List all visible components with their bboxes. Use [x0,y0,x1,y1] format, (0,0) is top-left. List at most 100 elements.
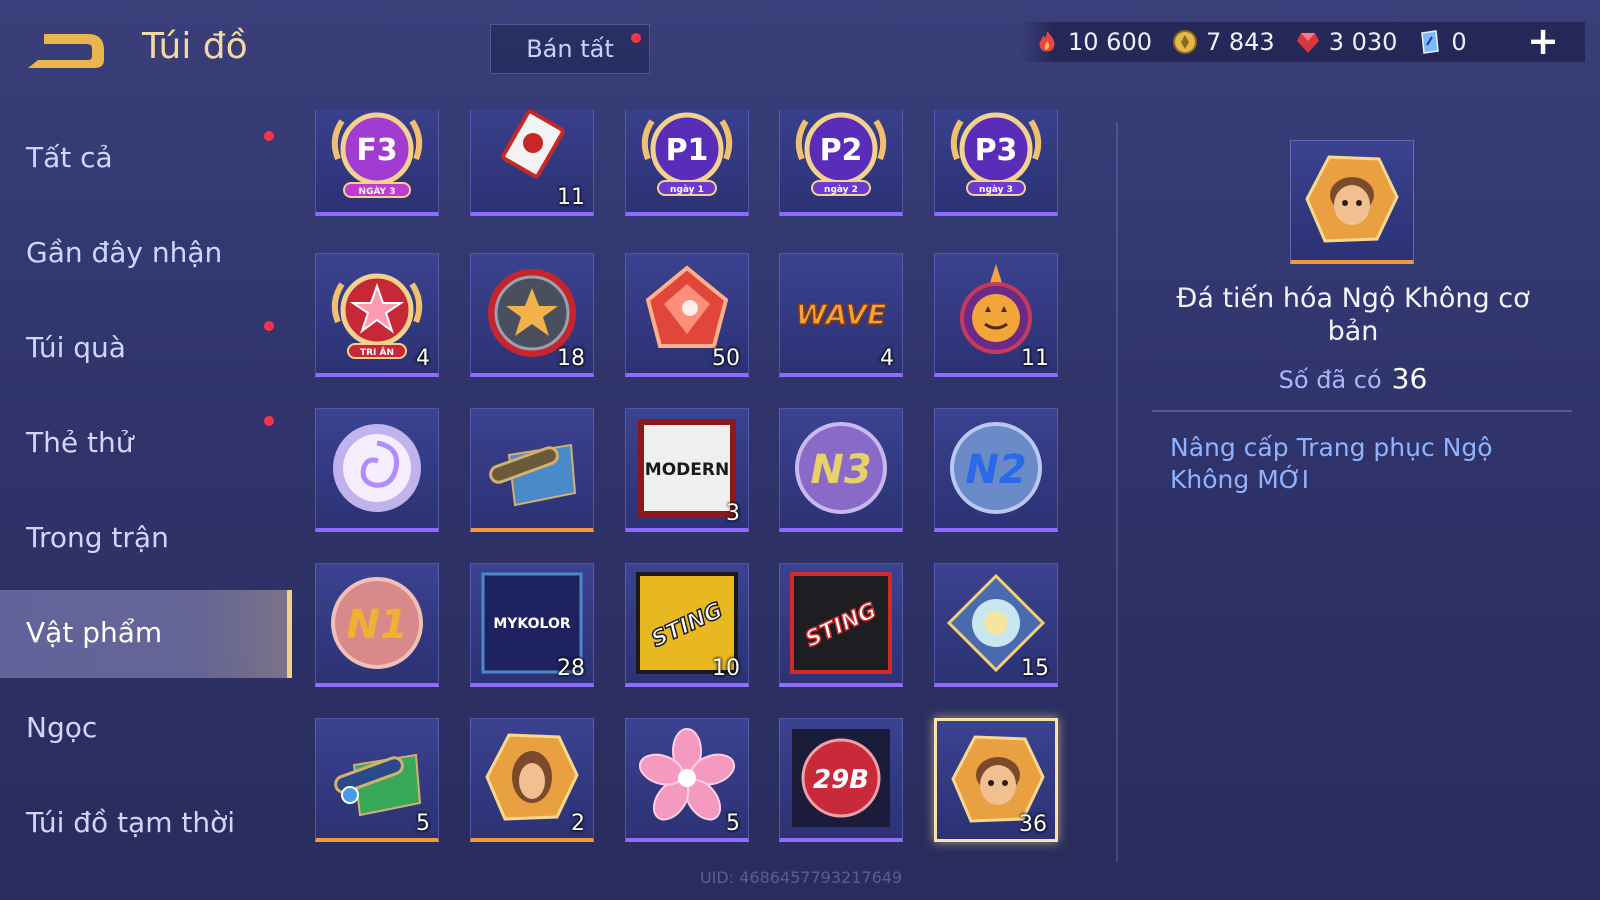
n3-coin-icon: N3 [795,422,887,514]
sidebar-item-label: Vật phẩm [26,616,163,649]
notification-dot [264,416,274,426]
currency-value: 3 030 [1328,28,1398,56]
inventory-item[interactable]: WAVE 4 [779,253,903,377]
inventory-item[interactable]: 5 [315,718,439,842]
inventory-item[interactable]: STING 10 [625,563,749,687]
sidebar-item-label: Ngọc [26,711,98,744]
inventory-item[interactable]: P2 ngày 2 [779,110,903,216]
inventory-item[interactable]: TRI ÂN 4 [315,253,439,377]
sell-all-label: Bán tất [526,35,614,63]
wave-logo-icon: WAVE [795,297,887,332]
badge-subtext: NGÀY 3 [359,185,396,197]
sidebar-item-all[interactable]: Tất cả [0,115,292,203]
item-count: 15 [1021,656,1049,681]
back-button[interactable] [24,28,108,74]
sidebar-item-recent[interactable]: Gần đây nhận [0,210,292,298]
swirl-orb-icon [333,424,421,512]
badge-subtext: ngày 1 [670,185,704,195]
item-count: 36 [1019,812,1047,837]
inventory-item[interactable] [470,408,594,532]
blue-voucher-icon [1421,30,1440,54]
page-title: Túi đồ [142,26,248,67]
sidebar-item-items[interactable]: Vật phẩm [0,590,292,678]
uid-label: UID: 4686457793217649 [700,868,903,887]
item-count: 18 [557,346,585,371]
detail-description: Nâng cấp Trang phục Ngộ Không MỚI [1170,433,1493,494]
inventory-item[interactable]: P3 ngày 3 [934,110,1058,216]
sidebar-item-temp-bag[interactable]: Túi đồ tạm thời [0,780,292,868]
item-count: 10 [712,656,740,681]
inventory-item[interactable] [315,408,439,532]
add-currency-button[interactable]: + [1523,22,1563,62]
logo-text: MODERN [645,460,729,480]
badge-subtext: ngày 2 [824,185,858,195]
detail-item-name: Đá tiến hóa Ngộ Không cơ bản [1176,283,1530,347]
sidebar-item-in-match[interactable]: Trong trận [0,495,292,583]
inventory-item[interactable]: 18 [470,253,594,377]
p1-day1-badge-icon: P1 ngày 1 [641,112,733,196]
coin-text: N1 [346,602,407,648]
inventory-item-selected[interactable]: 36 [934,718,1058,842]
inventory-item[interactable]: 11 [470,110,594,216]
notification-dot [264,321,274,331]
item-count: 5 [416,811,430,836]
inventory-item[interactable]: 29B [779,718,903,842]
badge-text: P3 [975,133,1018,168]
currency-ruby: 3 030 [1295,28,1398,56]
sidebar-item-label: Túi đồ tạm thời [26,806,236,839]
modern-card-icon: MODERN [638,419,736,517]
red-flame-icon [1039,31,1055,52]
detail-item-icon [1290,140,1414,264]
f3-day3-badge-icon: F3 NGÀY 3 [331,112,423,198]
notification-dot [264,131,274,141]
notification-dot [631,33,641,43]
badge-subtext: ngày 3 [979,185,1013,195]
sidebar-item-gift-bag[interactable]: Túi quà [0,305,292,393]
inventory-item[interactable]: MYKOLOR 28 [470,563,594,687]
n2-coin-icon: N2 [950,422,1042,514]
owned-value: 36 [1391,362,1428,395]
coin-text: N3 [810,447,871,493]
inventory-item[interactable]: 2 [470,718,594,842]
inventory-item[interactable]: N1 [315,563,439,687]
owned-label: Số đã có [1278,366,1382,394]
inventory-item[interactable]: N3 [779,408,903,532]
coin-text: N2 [965,447,1026,493]
item-count: 4 [416,346,430,371]
item-count: 2 [571,811,585,836]
currency-bar: 10 600 7 843 3 030 0 + [1020,22,1585,62]
inventory-item[interactable]: MODERN 3 [625,408,749,532]
sell-all-button[interactable]: Bán tất [490,24,650,74]
badge-text: P1 [666,133,709,168]
panel-divider [1116,122,1118,862]
inventory-item[interactable]: N2 [934,408,1058,532]
item-count: 11 [557,185,585,210]
currency-flame: 10 600 [1034,28,1152,56]
inventory-item[interactable]: 5 [625,718,749,842]
sidebar-item-gems[interactable]: Ngọc [0,685,292,773]
detail-divider [1152,410,1572,412]
owned-count-row: Số đã có 36 [1160,362,1546,395]
tri-an-star-badge-icon: TRI ÂN [331,273,423,359]
sidebar-item-label: Thẻ thử [26,426,134,459]
gold-coin-icon [1172,30,1197,54]
29b-coin-icon: 29B [792,729,890,827]
hero-evolution-stone-icon [485,733,579,821]
inventory-item[interactable]: F3 NGÀY 3 [315,110,439,216]
badge-text: F3 [356,133,397,168]
inventory-item[interactable]: STING [779,563,903,687]
inventory-item[interactable]: 11 [934,253,1058,377]
badge-text: P2 [820,133,863,168]
inventory-item[interactable]: 50 [625,253,749,377]
item-count: 11 [1021,346,1049,371]
inventory-item[interactable]: P1 ngày 1 [625,110,749,216]
logo-text: WAVE [796,298,886,331]
currency-value: 0 [1451,28,1467,56]
currency-gold: 7 843 [1172,28,1275,56]
sidebar-item-trial-cards[interactable]: Thẻ thử [0,400,292,488]
inventory-item[interactable]: 15 [934,563,1058,687]
p2-day2-badge-icon: P2 ngày 2 [795,112,887,196]
item-count: 28 [557,656,585,681]
coin-text: 29B [813,765,869,795]
p3-day3-badge-icon: P3 ngày 3 [950,112,1042,196]
